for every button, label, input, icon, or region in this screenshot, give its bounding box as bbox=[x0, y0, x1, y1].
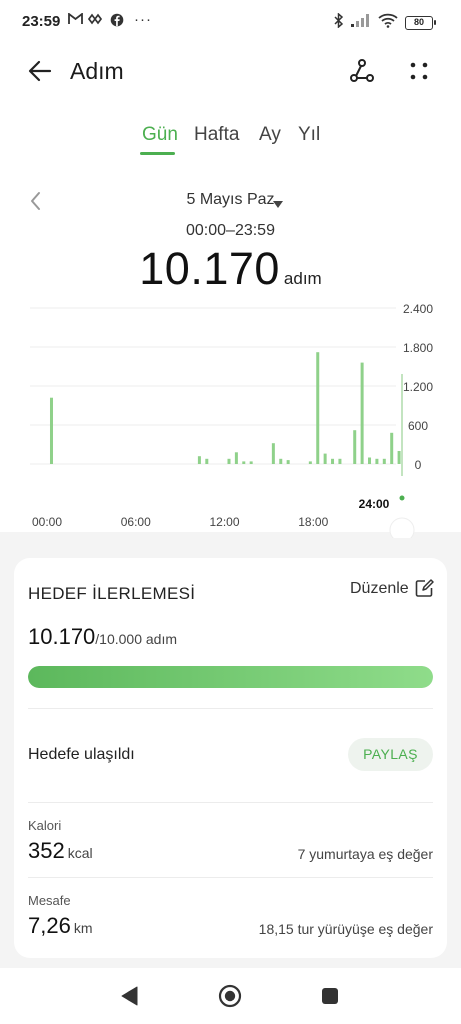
edit-goal-button[interactable]: Düzenle bbox=[350, 580, 409, 598]
chart-bar bbox=[382, 458, 386, 464]
status-time: 23:59 bbox=[22, 13, 61, 30]
divider bbox=[28, 802, 433, 803]
y-tick-label: 1.200 bbox=[403, 380, 433, 394]
divider bbox=[28, 708, 433, 709]
chart-bar bbox=[375, 458, 379, 464]
goal-target: /10.000 adım bbox=[95, 631, 178, 647]
tab-hafta[interactable]: Hafta bbox=[194, 124, 239, 146]
y-tick-label: 0 bbox=[415, 458, 422, 472]
goal-progress-fill bbox=[28, 666, 433, 688]
calories-unit: kcal bbox=[67, 845, 93, 861]
route-share-icon[interactable] bbox=[347, 56, 377, 86]
status-bar: 23:59 ··· 80 bbox=[0, 0, 461, 44]
goal-progress-text: 10.170/10.000 adım bbox=[28, 624, 177, 650]
chart-bar bbox=[197, 456, 201, 464]
chart-bar bbox=[390, 432, 394, 464]
steps-chart-svg: 2.400 1.800 1.200 600 0 00:00 06:00 12:00 18:00 2… bbox=[30, 302, 433, 543]
chart-bar bbox=[308, 461, 312, 464]
y-tick-label: 1.800 bbox=[403, 341, 433, 355]
more-dots-icon[interactable] bbox=[404, 56, 434, 86]
steps-chart: 2.400 1.800 1.200 600 0 00:00 06:00 12:00 18:00 2… bbox=[0, 298, 461, 543]
more-notifications-icon: ··· bbox=[134, 11, 152, 28]
x-tick-label: 06:00 bbox=[121, 515, 151, 529]
chart-bar bbox=[316, 352, 320, 464]
daily-steps: 10.170 adım bbox=[0, 243, 461, 295]
system-nav-bar bbox=[0, 968, 461, 1024]
time-range: 00:00–23:59 bbox=[186, 222, 275, 239]
x-tick-label: 00:00 bbox=[32, 515, 62, 529]
battery-indicator: 80 bbox=[405, 16, 436, 30]
distance-unit: km bbox=[73, 920, 93, 936]
chart-bar bbox=[286, 460, 290, 464]
chart-bar bbox=[338, 458, 342, 464]
chart-bar bbox=[271, 443, 275, 464]
goal-progress-bar bbox=[28, 666, 433, 688]
nav-recents-icon[interactable] bbox=[318, 984, 342, 1008]
y-tick-label: 600 bbox=[408, 419, 428, 433]
distance-value-group: 7,26 km bbox=[28, 913, 93, 939]
distance-value: 7,26 bbox=[28, 913, 71, 938]
chart-bar bbox=[368, 457, 372, 464]
calories-value: 352 bbox=[28, 838, 65, 863]
tab-ay[interactable]: Ay bbox=[259, 124, 281, 146]
date-label[interactable]: 5 Mayıs Paz bbox=[0, 191, 461, 209]
wifi-icon bbox=[378, 13, 398, 31]
calories-label: Kalori bbox=[28, 818, 62, 833]
y-tick-label: 2.400 bbox=[403, 302, 433, 316]
page-title: Adım bbox=[70, 58, 124, 84]
chart-bar bbox=[323, 453, 327, 464]
nav-back-icon[interactable] bbox=[118, 984, 142, 1008]
chart-bar bbox=[205, 458, 209, 464]
edit-icon[interactable] bbox=[415, 579, 434, 598]
chart-bar bbox=[227, 458, 231, 464]
steps-unit: adım bbox=[283, 269, 322, 288]
distance-equivalent: 18,15 tur yürüyüşe eş değer bbox=[258, 921, 433, 937]
chart-bar bbox=[397, 451, 401, 464]
steps-value: 10.170 bbox=[139, 243, 280, 294]
app-notification-icon bbox=[87, 13, 103, 28]
signal-icon bbox=[351, 13, 373, 30]
tab-gun[interactable]: Gün bbox=[142, 124, 178, 146]
share-button[interactable]: PAYLAŞ bbox=[348, 738, 433, 771]
chart-bar bbox=[242, 461, 246, 464]
chart-bar bbox=[360, 362, 364, 464]
tab-yil[interactable]: Yıl bbox=[298, 124, 320, 146]
chart-bar bbox=[49, 397, 53, 464]
bluetooth-icon bbox=[333, 12, 344, 31]
facebook-icon bbox=[110, 13, 124, 30]
chart-bar bbox=[353, 430, 357, 464]
gmail-icon bbox=[68, 12, 83, 28]
chart-scroll-handle bbox=[389, 517, 415, 543]
goal-card: HEDEF İLERLEMESİ Düzenle 10.170/10.000 a… bbox=[14, 558, 447, 958]
x-tick-label: 12:00 bbox=[209, 515, 239, 529]
nav-home-icon[interactable] bbox=[218, 984, 242, 1008]
current-time-label: 24:00 bbox=[359, 497, 390, 511]
calories-value-group: 352 kcal bbox=[28, 838, 93, 864]
calories-equivalent: 7 yumurtaya eş değer bbox=[297, 846, 433, 862]
x-tick-label: 18:00 bbox=[298, 515, 328, 529]
chart-bar bbox=[331, 458, 335, 464]
chart-bar bbox=[249, 461, 253, 464]
divider bbox=[28, 877, 433, 878]
goal-reached-text: Hedefe ulaşıldı bbox=[28, 746, 135, 763]
goal-current: 10.170 bbox=[28, 624, 96, 649]
period-tabs: Gün Hafta Ay Yıl bbox=[0, 122, 461, 158]
goal-title: HEDEF İLERLEMESİ bbox=[28, 584, 196, 603]
app-bar: Adım bbox=[0, 44, 461, 100]
tab-indicator bbox=[140, 152, 175, 155]
back-arrow-icon[interactable] bbox=[24, 54, 58, 88]
chart-bar bbox=[234, 452, 238, 464]
chart-bar bbox=[279, 458, 283, 464]
current-time-dot bbox=[399, 495, 405, 501]
distance-label: Mesafe bbox=[28, 893, 71, 908]
dropdown-caret-icon[interactable] bbox=[273, 196, 283, 208]
